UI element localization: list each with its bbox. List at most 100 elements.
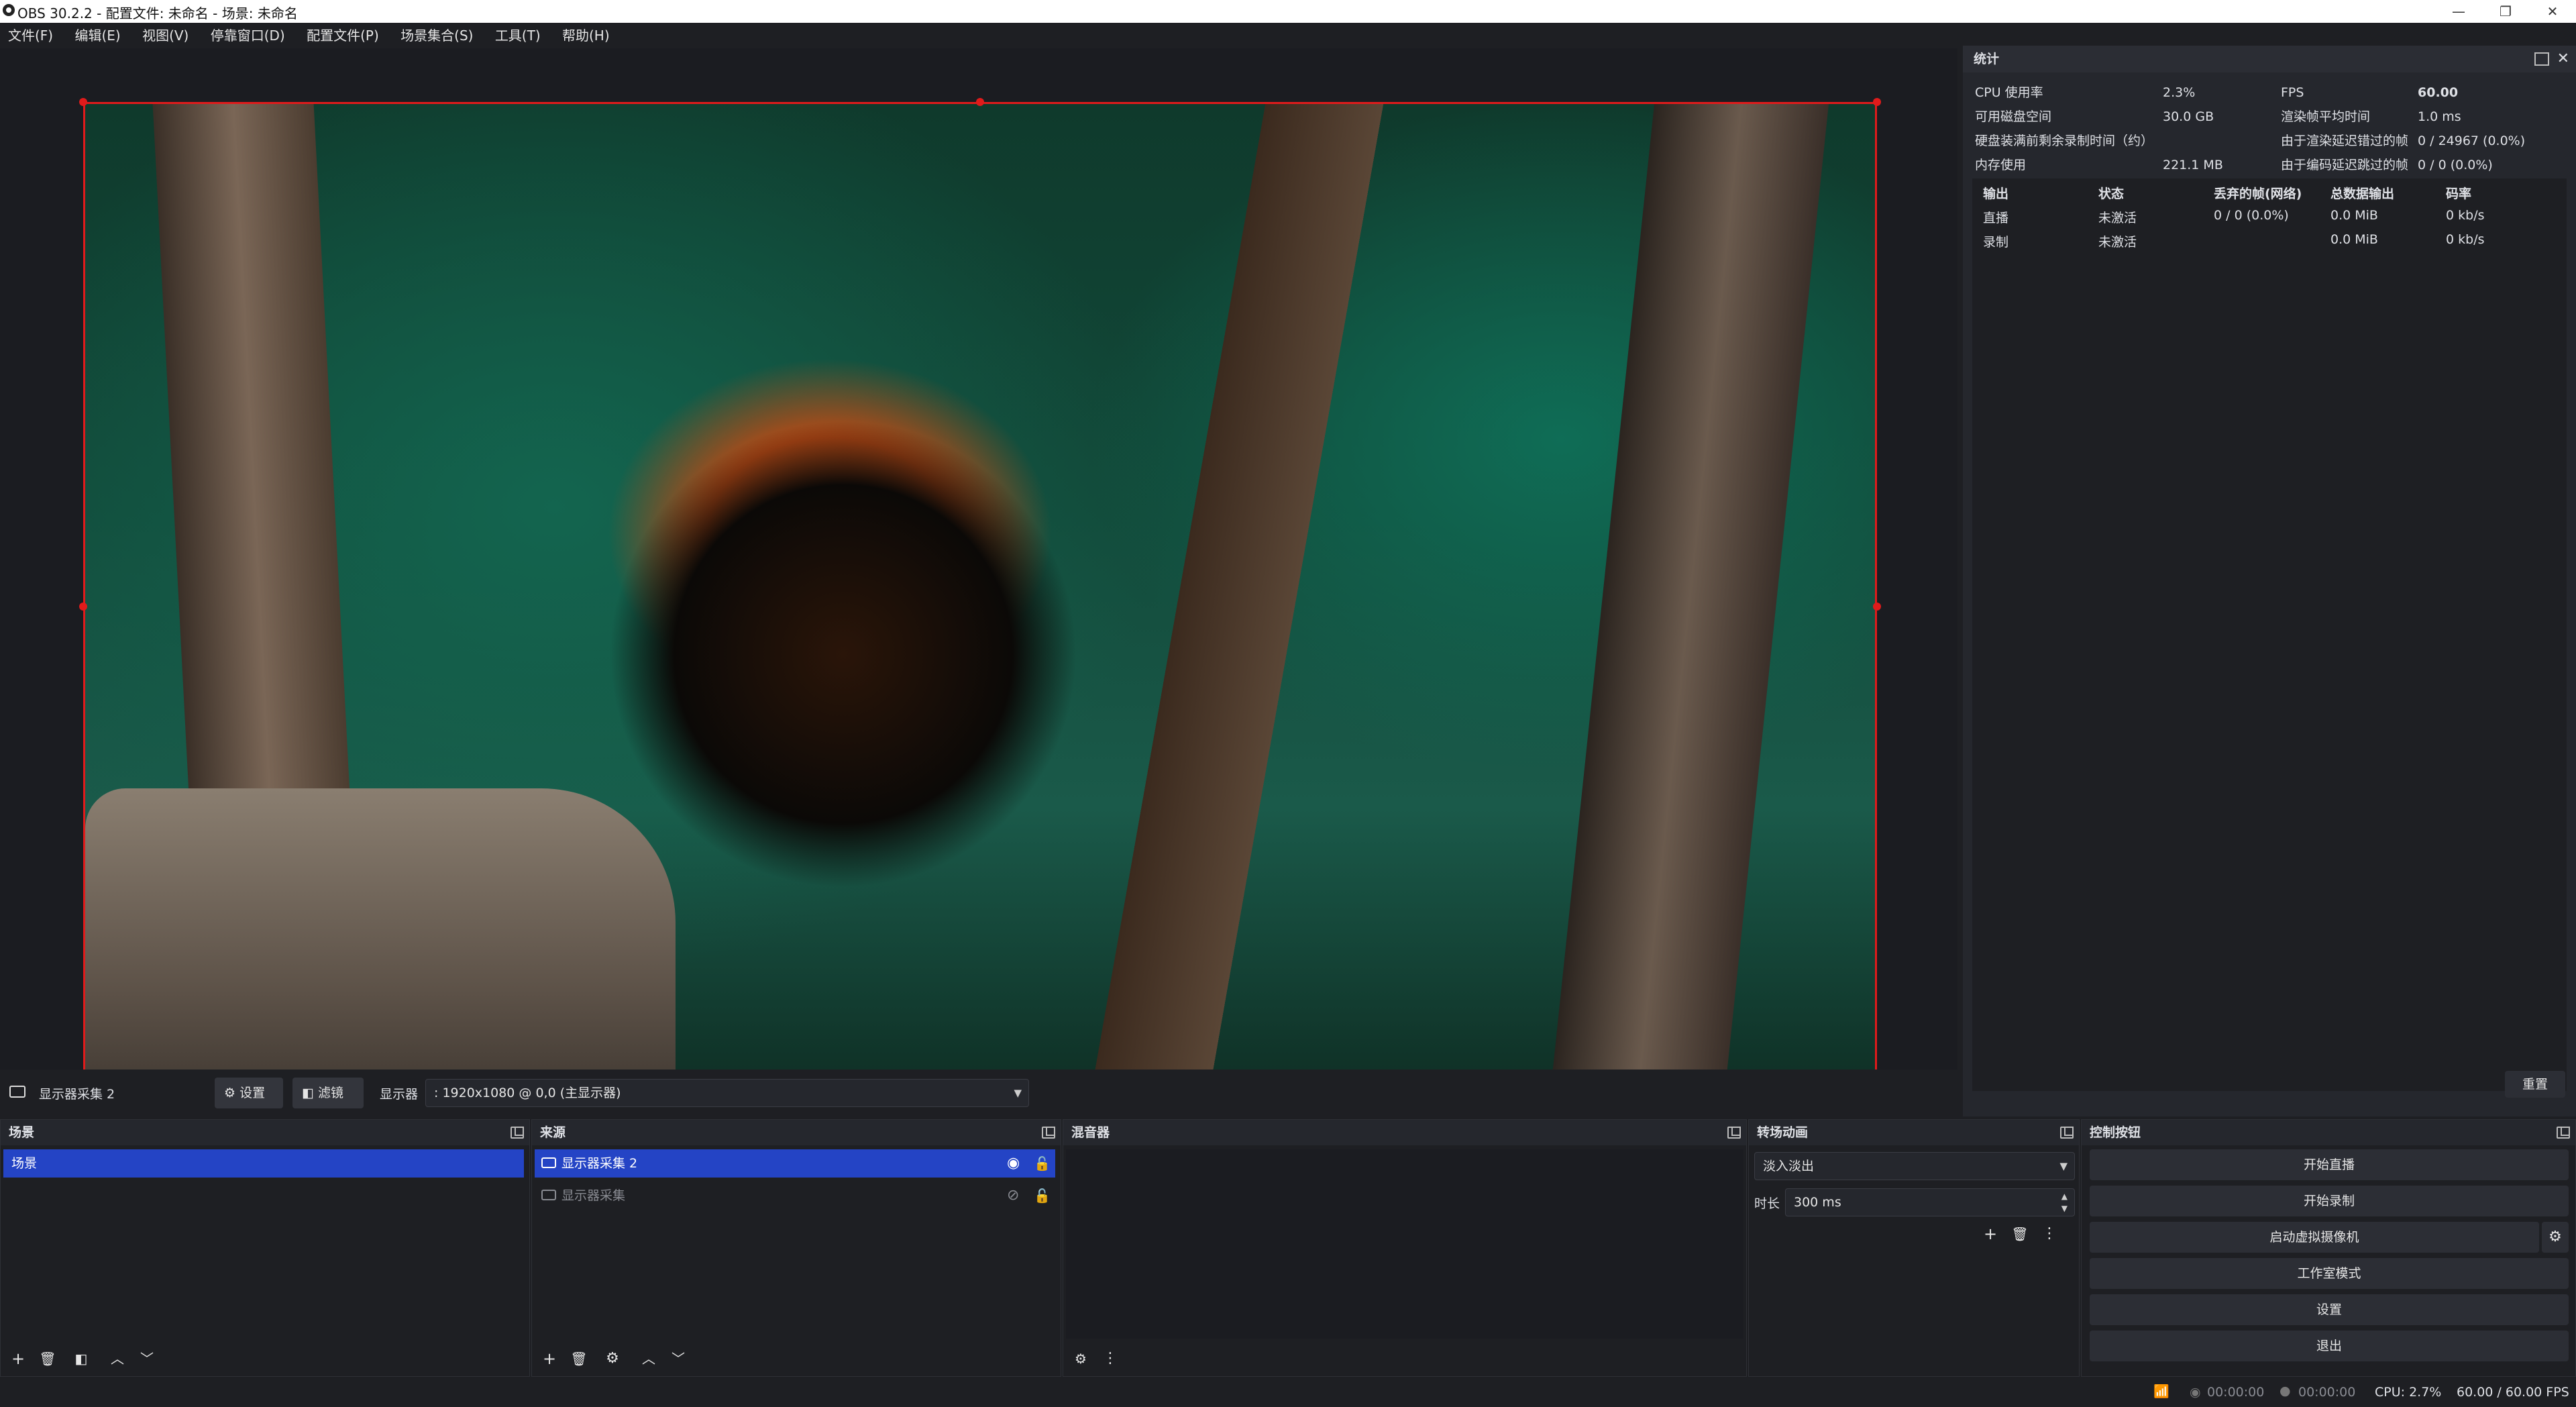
undock-icon[interactable]: [2534, 52, 2549, 66]
duration-label: 时长: [1754, 1196, 1780, 1211]
filter-icon: ◧: [302, 1086, 314, 1100]
close-icon[interactable]: ✕: [2529, 0, 2576, 23]
settings-button[interactable]: 设置: [2090, 1294, 2569, 1325]
column-header: 状态: [2098, 187, 2125, 201]
resize-handle[interactable]: [1873, 603, 1881, 611]
mixer-area: [1066, 1149, 1743, 1339]
eye-hidden-icon[interactable]: ⊘: [1007, 1182, 1019, 1210]
lock-icon[interactable]: 🔓: [1034, 1149, 1051, 1178]
render-lag-value: 0 / 24967 (0.0%): [2418, 134, 2526, 148]
menu-file[interactable]: 文件(F): [8, 23, 53, 48]
stats-reset-button[interactable]: 重置: [2505, 1071, 2565, 1098]
start-streaming-button[interactable]: 开始直播: [2090, 1149, 2569, 1180]
display-label: 显示器: [380, 1087, 419, 1102]
table-cell: 0.0 MiB: [2330, 232, 2378, 247]
encode-lag-label: 由于编码延迟跳过的帧: [2281, 158, 2409, 172]
close-icon[interactable]: ✕: [2557, 46, 2569, 72]
trash-icon[interactable]: 🗑: [2006, 1220, 2033, 1247]
chevron-up-icon[interactable]: ︿: [635, 1345, 662, 1372]
menu-tools[interactable]: 工具(T): [495, 23, 541, 48]
window-title: OBS 30.2.2 - 配置文件: 未命名 - 场景: 未命名: [17, 5, 298, 21]
duration-spinbox[interactable]: 300 ms ▲ ▼: [1785, 1188, 2075, 1216]
menu-edit[interactable]: 编辑(E): [74, 23, 120, 48]
more-icon[interactable]: ⋮: [1097, 1345, 1124, 1372]
source-item[interactable]: 显示器采集 ⊘ 🔓: [535, 1182, 1055, 1210]
trash-icon[interactable]: 🗑: [566, 1345, 592, 1372]
undock-icon[interactable]: [1042, 1127, 1055, 1139]
render-time-value: 1.0 ms: [2418, 109, 2461, 124]
chevron-down-icon[interactable]: ﹀: [665, 1345, 692, 1372]
transitions-title: 转场动画: [1757, 1125, 1809, 1140]
table-header: 输出 状态 丢弃的帧(网络) 总数据输出 码率: [1972, 178, 2567, 203]
source-item[interactable]: 显示器采集 2 ◉ 🔓: [535, 1149, 1055, 1178]
transition-select-value: 淡入淡出: [1763, 1159, 1815, 1174]
add-icon[interactable]: +: [5, 1345, 32, 1372]
resize-handle[interactable]: [79, 98, 87, 106]
spin-arrows-icon[interactable]: ▲ ▼: [2061, 1190, 2068, 1214]
advanced-audio-icon[interactable]: ⚙: [1067, 1345, 1094, 1372]
source-name: 显示器采集: [561, 1188, 626, 1203]
source-filters-button[interactable]: ◧ 滤镜: [292, 1078, 364, 1108]
preview-canvas-red-panda-image[interactable]: [83, 102, 1877, 1111]
encode-lag-value: 0 / 0 (0.0%): [2418, 158, 2493, 172]
undock-icon[interactable]: [1727, 1127, 1741, 1139]
source-settings-button[interactable]: ⚙ 设置: [215, 1078, 283, 1108]
record-time: 00:00:00: [2298, 1385, 2356, 1400]
resize-handle[interactable]: [79, 603, 87, 611]
undock-icon[interactable]: [511, 1127, 524, 1139]
studio-mode-button[interactable]: 工作室模式: [2090, 1258, 2569, 1289]
eye-icon[interactable]: ◉: [1007, 1149, 1020, 1178]
controls-title: 控制按钮: [2090, 1125, 2141, 1140]
scene-item[interactable]: 场景: [3, 1149, 524, 1178]
lock-icon[interactable]: 🔓: [1034, 1182, 1051, 1210]
undock-icon[interactable]: [2060, 1127, 2074, 1139]
add-icon[interactable]: +: [1977, 1220, 2004, 1247]
exit-button[interactable]: 退出: [2090, 1331, 2569, 1361]
tree-trunk-right: [1548, 104, 1829, 1109]
minimize-icon[interactable]: —: [2435, 0, 2482, 23]
resize-handle[interactable]: [976, 98, 984, 106]
menu-scene-collection[interactable]: 场景集合(S): [400, 23, 473, 48]
gear-icon[interactable]: ⚙: [2542, 1222, 2569, 1253]
fps-label: FPS: [2281, 85, 2304, 100]
monitor-icon: [541, 1190, 556, 1200]
menu-docks[interactable]: 停靠窗口(D): [211, 23, 285, 48]
preview-area[interactable]: [0, 48, 1957, 1115]
transition-select[interactable]: 淡入淡出 ▼: [1754, 1152, 2075, 1180]
add-icon[interactable]: +: [536, 1345, 563, 1372]
display-select[interactable]: : 1920x1080 @ 0,0 (主显示器) ▼: [425, 1079, 1029, 1107]
gear-icon[interactable]: ⚙: [599, 1345, 626, 1372]
restore-icon[interactable]: ❐: [2482, 0, 2529, 23]
duration-value: 300 ms: [1794, 1195, 1841, 1210]
trash-icon[interactable]: 🗑: [34, 1345, 61, 1372]
chevron-down-icon: ▼: [1014, 1087, 1022, 1099]
start-recording-button[interactable]: 开始录制: [2090, 1186, 2569, 1216]
cpu-usage-label: CPU 使用率: [1975, 85, 2043, 100]
menu-view[interactable]: 视图(V): [142, 23, 189, 48]
table-cell: 直播: [1983, 211, 2009, 225]
more-icon[interactable]: ⋮: [2036, 1220, 2063, 1247]
start-virtual-camera-button[interactable]: 启动虚拟摄像机: [2090, 1222, 2539, 1253]
disk-space-label: 可用磁盘空间: [1975, 109, 2052, 124]
stats-panel: 统计 ✕ CPU 使用率 2.3% 可用磁盘空间 30.0 GB 硬盘装满前剩余录制…: [1963, 46, 2576, 1116]
resize-handle[interactable]: [1873, 98, 1881, 106]
menu-profile[interactable]: 配置文件(P): [307, 23, 379, 48]
outputs-table: 输出 状态 丢弃的帧(网络) 总数据输出 码率 直播 未激活 0 / 0 (0.…: [1972, 178, 2567, 1091]
filter-icon[interactable]: ◧: [68, 1345, 95, 1372]
column-header: 输出: [1983, 187, 2009, 201]
selected-source-name: 显示器采集 2: [39, 1087, 115, 1102]
disk-space-value: 30.0 GB: [2163, 109, 2214, 124]
source-name: 显示器采集 2: [561, 1156, 638, 1171]
table-cell: 0 / 0 (0.0%): [2214, 208, 2289, 223]
column-header: 丢弃的帧(网络): [2214, 187, 2302, 201]
settings-label: 设置: [239, 1086, 266, 1100]
source-toolbar: 显示器采集 2 ⚙ 设置 ◧ 滤镜 显示器 : 1920x1080 @ 0,0 …: [0, 1070, 1957, 1116]
cpu-usage-value: 2.3%: [2163, 85, 2196, 100]
chevron-up-icon[interactable]: ︿: [104, 1345, 131, 1372]
stream-icon: ◉: [2190, 1385, 2201, 1400]
chevron-down-icon[interactable]: ﹀: [133, 1345, 160, 1372]
menu-help[interactable]: 帮助(H): [562, 23, 610, 48]
sources-title: 来源: [540, 1125, 566, 1140]
transitions-dock: 转场动画 淡入淡出 ▼ 时长 300 ms ▲ ▼ + 🗑 ⋮: [1748, 1119, 2080, 1377]
undock-icon[interactable]: [2557, 1127, 2570, 1139]
